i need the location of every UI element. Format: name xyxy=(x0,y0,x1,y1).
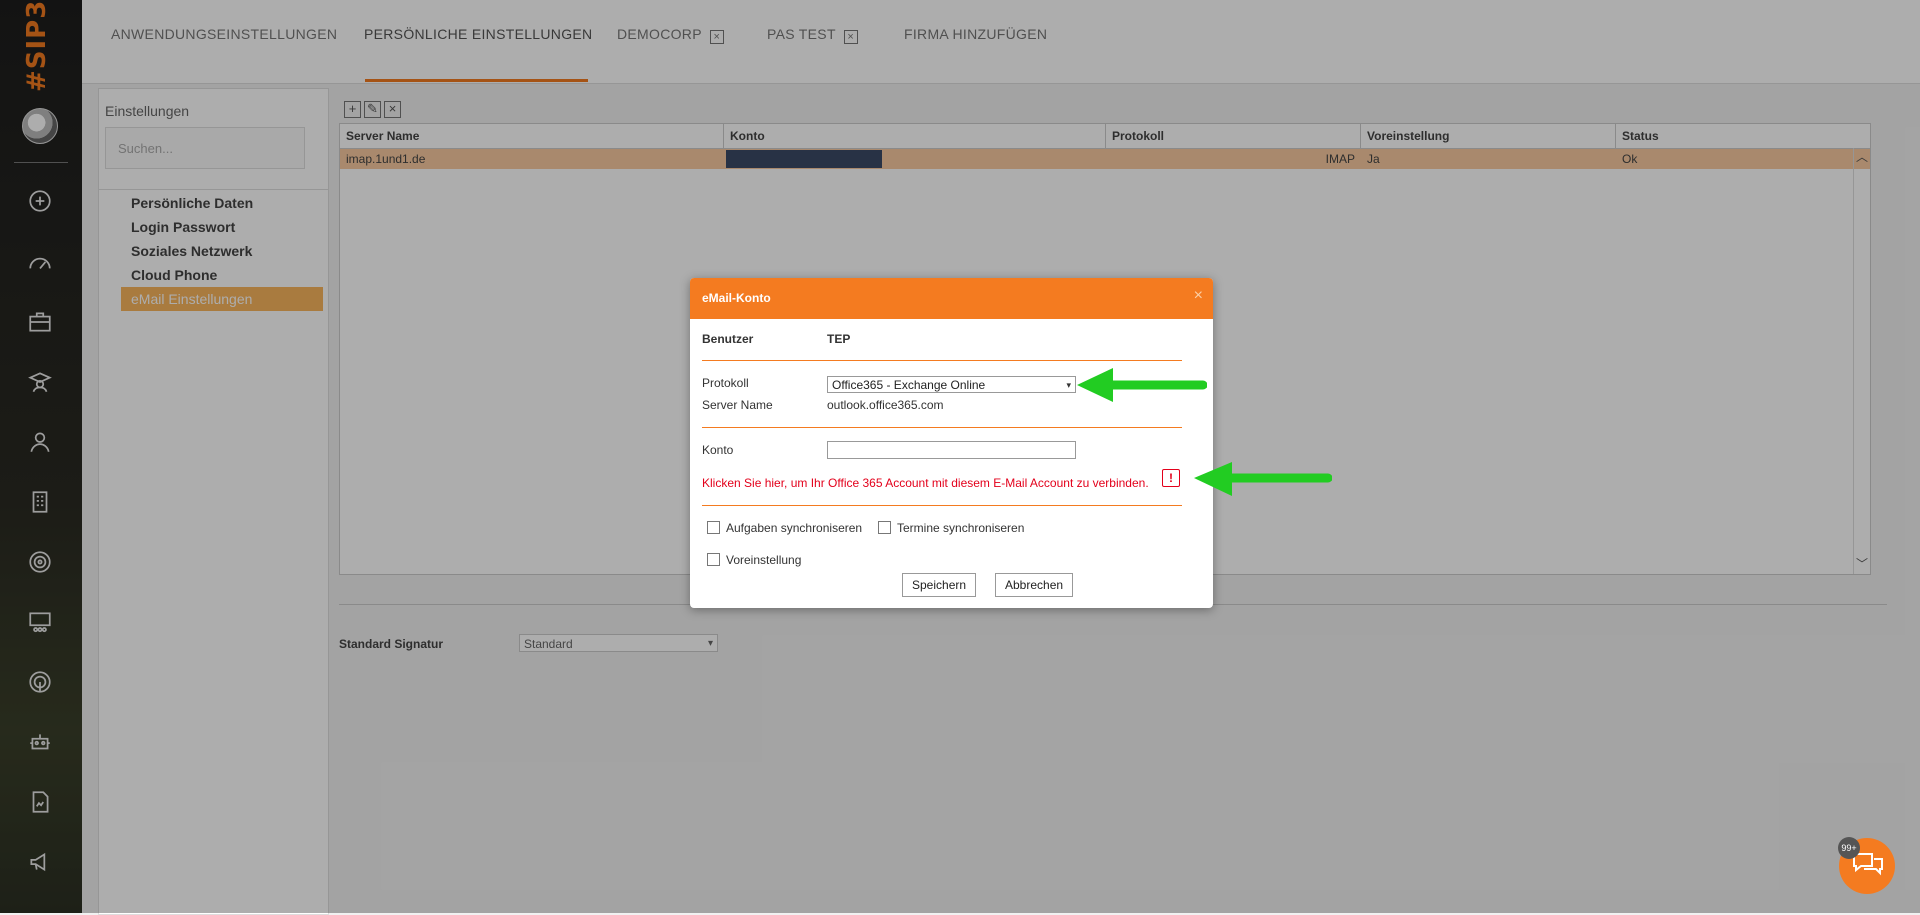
divider xyxy=(702,505,1182,506)
benutzer-label: Benutzer xyxy=(702,332,754,346)
dialog-header: eMail-Konto × xyxy=(690,278,1213,319)
cancel-button[interactable]: Abbrechen xyxy=(995,573,1074,597)
warning-icon[interactable]: ! xyxy=(1162,469,1180,487)
annotation-arrow-icon xyxy=(1077,368,1207,402)
annotation-arrow-icon xyxy=(1194,462,1332,496)
konto-label: Konto xyxy=(702,443,734,457)
chevron-down-icon: ▾ xyxy=(1066,380,1071,390)
default-checkbox[interactable]: Voreinstellung xyxy=(707,553,801,567)
email-account-dialog: eMail-Konto × Benutzer TEP Protokoll Off… xyxy=(690,278,1213,608)
notification-badge: 99+ xyxy=(1838,837,1860,859)
sync-appointments-checkbox[interactable]: Termine synchroniseren xyxy=(878,521,1024,535)
dialog-title: eMail-Konto xyxy=(702,291,771,305)
checkbox-icon[interactable] xyxy=(707,553,720,566)
divider xyxy=(702,427,1182,428)
close-icon[interactable]: × xyxy=(1194,287,1203,305)
sync-tasks-checkbox[interactable]: Aufgaben synchroniseren xyxy=(707,521,862,535)
divider xyxy=(702,360,1182,361)
office365-connect-link[interactable]: Klicken Sie hier, um Ihr Office 365 Acco… xyxy=(702,476,1149,490)
protokoll-label: Protokoll xyxy=(702,376,749,390)
benutzer-value: TEP xyxy=(827,332,851,346)
save-button[interactable]: Speichern xyxy=(902,573,977,597)
checkbox-icon[interactable] xyxy=(878,521,891,534)
server-name-label: Server Name xyxy=(702,398,773,412)
sync-tasks-label: Aufgaben synchroniseren xyxy=(726,521,863,535)
protokoll-select[interactable]: Office365 - Exchange Online ▾ xyxy=(827,376,1076,393)
default-label: Voreinstellung xyxy=(726,553,802,567)
konto-input[interactable] xyxy=(827,441,1076,459)
server-name-value: outlook.office365.com xyxy=(827,398,944,412)
sync-appointments-label: Termine synchroniseren xyxy=(897,521,1025,535)
checkbox-icon[interactable] xyxy=(707,521,720,534)
protokoll-value: Office365 - Exchange Online xyxy=(832,378,986,392)
